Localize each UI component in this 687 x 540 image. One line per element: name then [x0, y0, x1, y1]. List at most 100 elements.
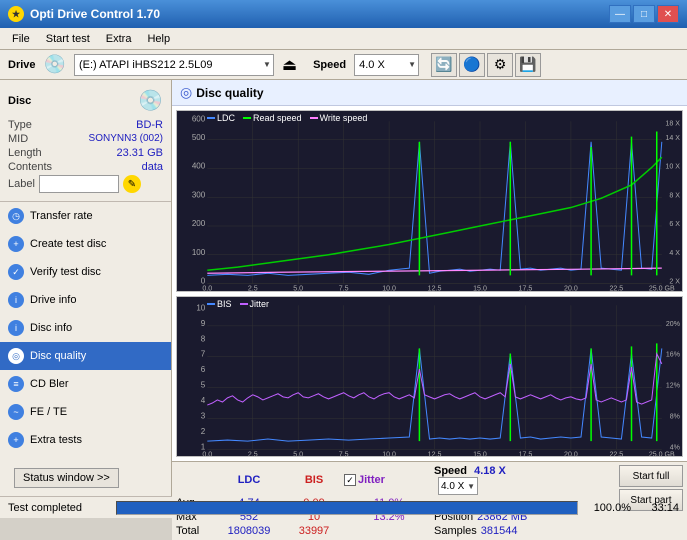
refresh-button[interactable]: 🔄: [431, 53, 457, 77]
svg-text:8 X: 8 X: [669, 191, 680, 199]
sidebar-item-verify-test-disc[interactable]: ✓ Verify test disc: [0, 258, 171, 286]
drive-info-icon: i: [8, 292, 24, 308]
sidebar-item-transfer-rate[interactable]: ◷ Transfer rate: [0, 202, 171, 230]
status-label: Test completed: [8, 502, 108, 514]
read-speed-dot: [243, 117, 251, 119]
toolbar-icons: 🔄 🔵 ⚙ 💾: [431, 53, 541, 77]
menu-bar: File Start test Extra Help: [0, 28, 687, 50]
bis-col-header: BIS: [284, 474, 344, 486]
window-controls: — □ ✕: [609, 5, 679, 23]
jitter-label: Jitter: [250, 299, 270, 309]
svg-text:7: 7: [201, 349, 206, 358]
disc-quality-label: Disc quality: [30, 350, 86, 362]
disc-quality-title: Disc quality: [196, 86, 263, 100]
eject-icon[interactable]: ⏏: [282, 55, 297, 75]
svg-text:18 X: 18 X: [665, 119, 680, 127]
window-title: Opti Drive Control 1.70: [30, 7, 160, 21]
svg-text:12%: 12%: [666, 381, 681, 389]
svg-text:10.0: 10.0: [382, 285, 396, 291]
save-button[interactable]: 💾: [515, 53, 541, 77]
menu-help[interactable]: Help: [139, 31, 178, 47]
disc-type-row: Type BD-R: [8, 119, 163, 131]
length-value: 23.31 GB: [117, 147, 163, 159]
svg-text:400: 400: [192, 161, 206, 170]
drive-icon: 💿: [44, 54, 66, 75]
svg-text:10 X: 10 X: [665, 162, 680, 170]
svg-text:100: 100: [192, 248, 206, 257]
bis-legend: BIS: [207, 299, 232, 309]
svg-text:7.5: 7.5: [339, 450, 349, 456]
close-button[interactable]: ✕: [657, 5, 679, 23]
svg-text:12.5: 12.5: [428, 285, 442, 291]
disc-image-icon: 💿: [138, 88, 163, 113]
svg-text:5.0: 5.0: [293, 450, 303, 456]
quality-speed-select[interactable]: 4.0 X: [438, 477, 478, 495]
disc-info-panel: Disc 💿 Type BD-R MID SONYNN3 (002) Lengt…: [0, 80, 171, 202]
svg-text:10: 10: [196, 303, 205, 312]
disc-section-title: Disc: [8, 95, 31, 107]
status-window-button[interactable]: Status window >>: [14, 468, 119, 488]
drive-select[interactable]: (E:) ATAPI iHBS212 2.5L09: [74, 54, 274, 76]
progress-track: [116, 501, 578, 515]
total-ldc: 1808039: [214, 525, 284, 537]
maximize-button[interactable]: □: [633, 5, 655, 23]
total-bis: 33997: [284, 525, 344, 537]
svg-text:22.5: 22.5: [609, 285, 623, 291]
contents-label: Contents: [8, 161, 52, 173]
svg-text:25.0 GB: 25.0 GB: [649, 285, 675, 291]
menu-start-test[interactable]: Start test: [38, 31, 98, 47]
type-label: Type: [8, 119, 32, 131]
svg-text:20%: 20%: [666, 320, 681, 328]
menu-extra[interactable]: Extra: [98, 31, 140, 47]
jitter-col-header: Jitter: [358, 474, 385, 486]
svg-text:4 X: 4 X: [669, 249, 680, 257]
disc-mid-row: MID SONYNN3 (002): [8, 133, 163, 145]
fe-te-icon: ~: [8, 404, 24, 420]
create-disc-icon: +: [8, 236, 24, 252]
contents-value: data: [142, 161, 163, 173]
svg-text:7.5: 7.5: [339, 285, 349, 291]
speed-select[interactable]: 4.0 X: [354, 54, 419, 76]
label-input[interactable]: [39, 175, 119, 193]
svg-text:8%: 8%: [670, 412, 681, 420]
write-speed-label: Write speed: [320, 113, 368, 123]
title-bar: ★ Opti Drive Control 1.70 — □ ✕: [0, 0, 687, 28]
create-disc-label: Create test disc: [30, 238, 106, 250]
transfer-rate-label: Transfer rate: [30, 210, 93, 222]
sidebar-item-drive-info[interactable]: i Drive info: [0, 286, 171, 314]
label-label: Label: [8, 178, 35, 190]
sidebar-item-disc-quality[interactable]: ◎ Disc quality: [0, 342, 171, 370]
disc-info-label: Disc info: [30, 322, 72, 334]
svg-text:12.5: 12.5: [428, 450, 442, 456]
info-button[interactable]: 🔵: [459, 53, 485, 77]
label-edit-icon[interactable]: ✎: [123, 175, 141, 193]
svg-text:20.0: 20.0: [564, 450, 578, 456]
minimize-button[interactable]: —: [609, 5, 631, 23]
sidebar-item-extra-tests[interactable]: + Extra tests: [0, 426, 171, 454]
speed-col-header: Speed 4.18 X 4.0 X ▼: [434, 465, 544, 495]
jitter-checkbox[interactable]: ✓: [344, 474, 356, 486]
menu-file[interactable]: File: [4, 31, 38, 47]
progress-fill: [117, 502, 577, 514]
svg-text:0.0: 0.0: [202, 450, 212, 456]
settings-button[interactable]: ⚙: [487, 53, 513, 77]
drive-bar: Drive 💿 (E:) ATAPI iHBS212 2.5L09 ▼ ⏏ Sp…: [0, 50, 687, 80]
start-full-button[interactable]: Start full: [619, 465, 683, 487]
verify-disc-label: Verify test disc: [30, 266, 101, 278]
sidebar-item-create-test-disc[interactable]: + Create test disc: [0, 230, 171, 258]
length-label: Length: [8, 147, 42, 159]
svg-text:300: 300: [192, 190, 206, 199]
svg-text:200: 200: [192, 219, 206, 228]
sidebar-item-cd-bler[interactable]: ≡ CD Bler: [0, 370, 171, 398]
disc-length-row: Length 23.31 GB: [8, 147, 163, 159]
write-speed-dot: [310, 117, 318, 119]
chart1-svg: 0 100 200 300 400 500 600 2 X 4 X 6 X 8 …: [177, 111, 682, 291]
svg-text:22.5: 22.5: [609, 450, 623, 456]
sidebar-item-disc-info[interactable]: i Disc info: [0, 314, 171, 342]
svg-text:16%: 16%: [666, 350, 681, 358]
sidebar-item-fe-te[interactable]: ~ FE / TE: [0, 398, 171, 426]
status-btn-container: Status window >>: [0, 460, 171, 496]
cd-bler-label: CD Bler: [30, 378, 69, 390]
progress-time: 33:14: [639, 502, 679, 514]
jitter-legend: Jitter: [240, 299, 270, 309]
